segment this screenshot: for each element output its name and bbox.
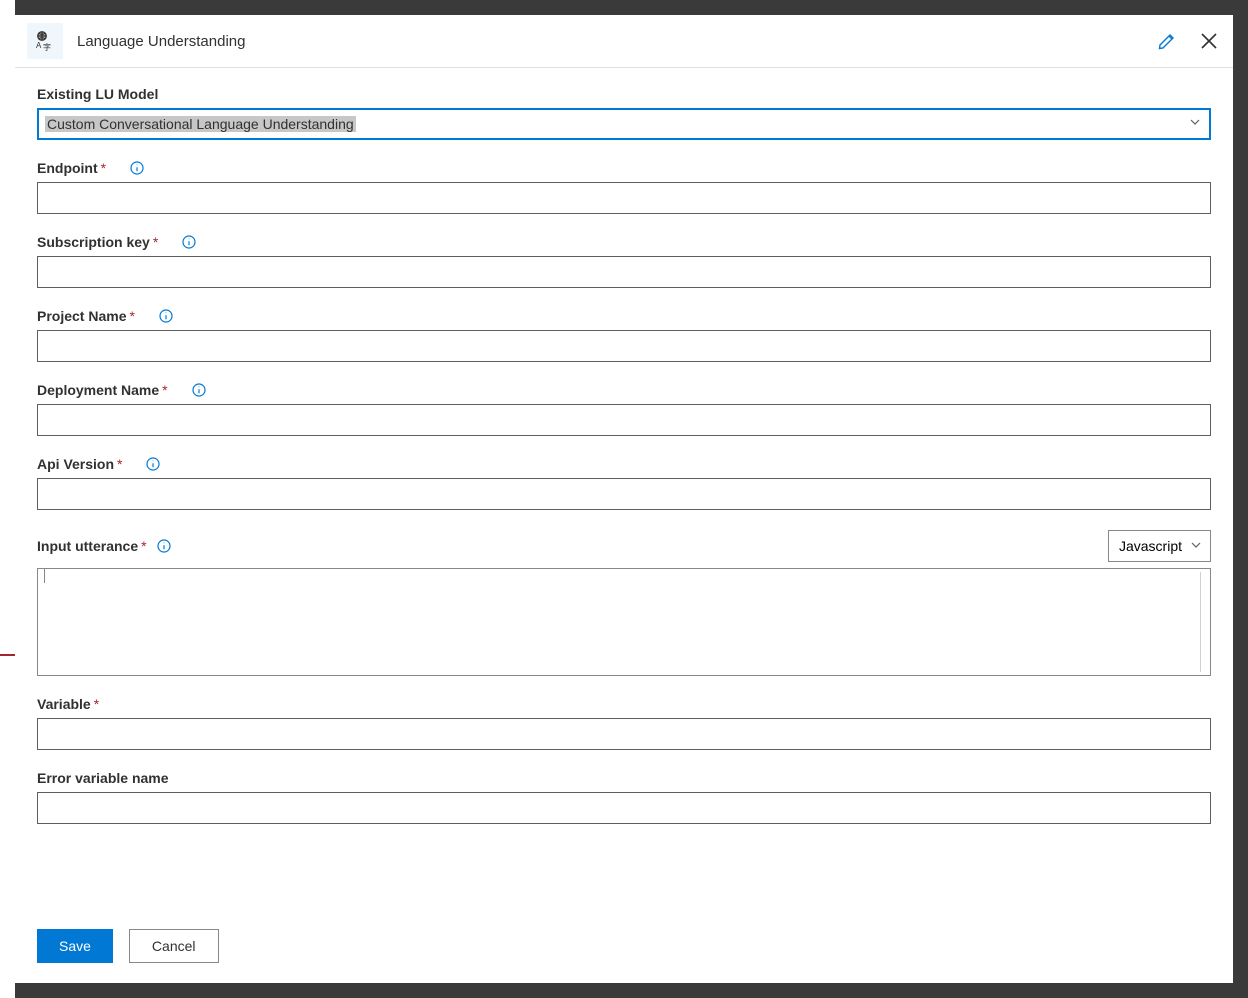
panel-footer: Save Cancel: [15, 915, 1233, 983]
header-actions: [1155, 29, 1221, 53]
label-project-name: Project Name: [37, 308, 126, 324]
info-icon[interactable]: [159, 309, 173, 323]
field-subscription-key: Subscription key *: [37, 234, 1211, 288]
input-utterance-editor[interactable]: [37, 568, 1211, 676]
label-subscription-key: Subscription key: [37, 234, 150, 250]
close-button[interactable]: [1197, 29, 1221, 53]
field-deployment-name: Deployment Name *: [37, 382, 1211, 436]
field-input-utterance: Input utterance * Javascript: [37, 530, 1211, 676]
background-page-sliver: [0, 0, 15, 998]
label-endpoint: Endpoint: [37, 160, 98, 176]
field-existing-lu-model: Existing LU Model Custom Conversational …: [37, 86, 1211, 140]
field-project-name: Project Name *: [37, 308, 1211, 362]
deployment-name-input[interactable]: [37, 404, 1211, 436]
api-version-input[interactable]: [37, 478, 1211, 510]
close-icon: [1199, 31, 1219, 51]
project-name-input[interactable]: [37, 330, 1211, 362]
edit-button[interactable]: [1155, 29, 1179, 53]
error-variable-input[interactable]: [37, 792, 1211, 824]
field-endpoint: Endpoint *: [37, 160, 1211, 214]
language-understanding-panel: A 字 Language Understanding Existing LU M…: [15, 15, 1233, 983]
pencil-icon: [1157, 31, 1177, 51]
label-error-variable: Error variable name: [37, 770, 169, 786]
svg-text:字: 字: [43, 42, 51, 52]
required-indicator: *: [94, 696, 99, 712]
info-icon[interactable]: [182, 235, 196, 249]
required-indicator: *: [141, 538, 146, 554]
subscription-key-input[interactable]: [37, 256, 1211, 288]
svg-text:A: A: [36, 41, 42, 50]
required-indicator: *: [153, 234, 158, 250]
required-indicator: *: [101, 160, 106, 176]
background-red-line: [0, 654, 15, 656]
language-mode-value: Javascript: [1119, 538, 1182, 554]
info-icon[interactable]: [130, 161, 144, 175]
save-button[interactable]: Save: [37, 929, 113, 963]
endpoint-input[interactable]: [37, 182, 1211, 214]
info-icon[interactable]: [192, 383, 206, 397]
language-mode-select[interactable]: Javascript: [1108, 530, 1211, 562]
required-indicator: *: [129, 308, 134, 324]
label-api-version: Api Version: [37, 456, 114, 472]
required-indicator: *: [162, 382, 167, 398]
panel-title: Language Understanding: [77, 33, 1155, 50]
label-existing-lu-model: Existing LU Model: [37, 86, 158, 102]
existing-lu-model-select[interactable]: Custom Conversational Language Understan…: [37, 108, 1211, 140]
variable-input[interactable]: [37, 718, 1211, 750]
field-variable: Variable *: [37, 696, 1211, 750]
label-variable: Variable: [37, 696, 91, 712]
info-icon[interactable]: [146, 457, 160, 471]
label-input-utterance: Input utterance: [37, 538, 138, 554]
field-error-variable: Error variable name: [37, 770, 1211, 824]
info-icon[interactable]: [157, 539, 171, 553]
panel-body: Existing LU Model Custom Conversational …: [15, 68, 1233, 915]
field-api-version: Api Version *: [37, 456, 1211, 510]
chevron-down-icon: [1190, 538, 1202, 554]
language-understanding-icon: A 字: [27, 23, 63, 59]
required-indicator: *: [117, 456, 122, 472]
existing-lu-model-value: Custom Conversational Language Understan…: [45, 116, 356, 132]
panel-header: A 字 Language Understanding: [15, 15, 1233, 68]
cancel-button[interactable]: Cancel: [129, 929, 219, 963]
label-deployment-name: Deployment Name: [37, 382, 159, 398]
